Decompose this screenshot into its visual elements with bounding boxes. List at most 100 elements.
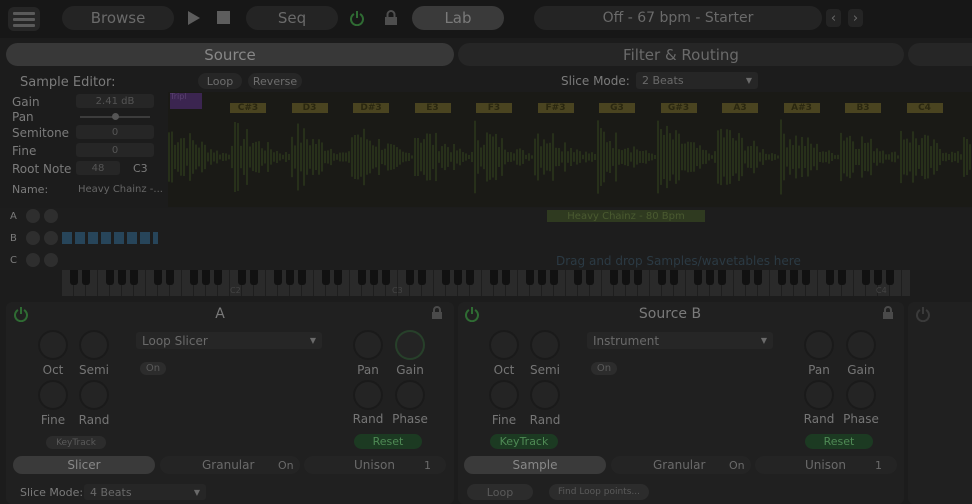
tab-filter-routing[interactable]: Filter & Routing bbox=[458, 43, 904, 66]
black-key[interactable] bbox=[622, 270, 630, 285]
source-a-mode-select[interactable]: Loop Slicer ▼ bbox=[136, 332, 322, 349]
source-a-reset-button[interactable]: Reset bbox=[354, 434, 422, 449]
black-key[interactable] bbox=[82, 270, 90, 285]
black-key[interactable] bbox=[382, 270, 390, 285]
tab-more[interactable] bbox=[908, 43, 972, 66]
source-b-power-icon[interactable] bbox=[464, 306, 480, 322]
black-key[interactable] bbox=[754, 270, 762, 285]
black-key[interactable] bbox=[454, 270, 462, 285]
black-key[interactable] bbox=[190, 270, 198, 285]
black-key[interactable] bbox=[802, 270, 810, 285]
black-key[interactable] bbox=[550, 270, 558, 285]
black-key[interactable] bbox=[406, 270, 414, 285]
black-key[interactable] bbox=[838, 270, 846, 285]
black-key[interactable] bbox=[862, 270, 870, 285]
source-a-gain-knob[interactable] bbox=[395, 330, 425, 360]
black-key[interactable] bbox=[214, 270, 222, 285]
seq-button[interactable]: Seq bbox=[246, 6, 338, 30]
black-key[interactable] bbox=[610, 270, 618, 285]
source-b-semi-knob[interactable] bbox=[530, 330, 560, 360]
black-key[interactable] bbox=[322, 270, 330, 285]
black-key[interactable] bbox=[874, 270, 882, 285]
black-key[interactable] bbox=[658, 270, 666, 285]
black-key[interactable] bbox=[418, 270, 426, 285]
black-key[interactable] bbox=[70, 270, 78, 285]
source-b-fine-knob[interactable] bbox=[489, 380, 519, 410]
menu-icon[interactable] bbox=[8, 7, 40, 31]
black-key[interactable] bbox=[238, 270, 246, 285]
black-key[interactable] bbox=[502, 270, 510, 285]
black-key[interactable] bbox=[742, 270, 750, 285]
black-key[interactable] bbox=[334, 270, 342, 285]
source-a-on-button[interactable]: On bbox=[140, 362, 166, 375]
black-key[interactable] bbox=[526, 270, 534, 285]
reverse-toggle[interactable]: Reverse bbox=[248, 73, 302, 89]
source-b-lock-icon[interactable] bbox=[882, 306, 894, 320]
source-a-rand2-knob[interactable] bbox=[353, 380, 383, 410]
black-key[interactable] bbox=[694, 270, 702, 285]
black-key[interactable] bbox=[130, 270, 138, 285]
black-key[interactable] bbox=[706, 270, 714, 285]
black-key[interactable] bbox=[358, 270, 366, 285]
source-a-unison-value[interactable]: 1 bbox=[424, 459, 431, 472]
first-slice-marker[interactable]: Tripl bbox=[170, 93, 202, 109]
row-c-toggle-2[interactable] bbox=[44, 253, 58, 267]
source-a-pan-knob[interactable] bbox=[353, 330, 383, 360]
row-b-toggle[interactable] bbox=[26, 231, 40, 245]
source-a-keytrack-button[interactable]: KeyTrack bbox=[46, 436, 106, 449]
black-key[interactable] bbox=[106, 270, 114, 285]
row-c-toggle[interactable] bbox=[26, 253, 40, 267]
black-key[interactable] bbox=[778, 270, 786, 285]
source-b-pan-knob[interactable] bbox=[804, 330, 834, 360]
black-key[interactable] bbox=[154, 270, 162, 285]
source-c-power-icon[interactable] bbox=[915, 306, 931, 322]
source-b-gain-knob[interactable] bbox=[846, 330, 876, 360]
gain-value[interactable]: 2.41 dB bbox=[76, 94, 154, 108]
loop-toggle[interactable]: Loop bbox=[198, 73, 242, 89]
pan-slider-handle[interactable] bbox=[112, 113, 119, 120]
fine-value[interactable]: 0 bbox=[76, 143, 154, 157]
source-a-granular-on[interactable]: On bbox=[278, 459, 294, 472]
source-a-power-icon[interactable] bbox=[13, 306, 29, 322]
black-key[interactable] bbox=[118, 270, 126, 285]
black-key[interactable] bbox=[826, 270, 834, 285]
black-key[interactable] bbox=[466, 270, 474, 285]
black-key[interactable] bbox=[298, 270, 306, 285]
root-note-value[interactable]: 48 bbox=[76, 161, 120, 175]
source-b-rand-knob[interactable] bbox=[530, 380, 560, 410]
black-key[interactable] bbox=[634, 270, 642, 285]
source-a-semi-knob[interactable] bbox=[79, 330, 109, 360]
black-key[interactable] bbox=[790, 270, 798, 285]
row-b-toggle-2[interactable] bbox=[44, 231, 58, 245]
step-pattern-b[interactable] bbox=[62, 232, 158, 244]
next-preset-button[interactable]: › bbox=[848, 9, 863, 27]
black-key[interactable] bbox=[538, 270, 546, 285]
browse-button[interactable]: Browse bbox=[62, 6, 174, 30]
row-a-toggle[interactable] bbox=[26, 209, 40, 223]
black-key[interactable] bbox=[250, 270, 258, 285]
stop-icon[interactable] bbox=[217, 11, 230, 24]
source-b-granular-on[interactable]: On bbox=[729, 459, 745, 472]
source-b-on-button[interactable]: On bbox=[591, 362, 617, 375]
black-key[interactable] bbox=[490, 270, 498, 285]
source-b-phase-knob[interactable] bbox=[846, 380, 876, 410]
source-a-slice-mode-select[interactable]: 4 Beats ▼ bbox=[84, 484, 206, 500]
black-key[interactable] bbox=[286, 270, 294, 285]
source-a-fine-knob[interactable] bbox=[38, 380, 68, 410]
black-key[interactable] bbox=[718, 270, 726, 285]
black-key[interactable] bbox=[202, 270, 210, 285]
lock-icon[interactable] bbox=[384, 10, 398, 26]
slice-mode-select[interactable]: 2 Beats ▼ bbox=[636, 72, 758, 89]
black-key[interactable] bbox=[442, 270, 450, 285]
source-b-tab-sample[interactable]: Sample bbox=[464, 456, 606, 474]
source-a-phase-knob[interactable] bbox=[395, 380, 425, 410]
source-b-rand2-knob[interactable] bbox=[804, 380, 834, 410]
source-b-loop-button[interactable]: Loop bbox=[467, 484, 533, 500]
source-a-oct-knob[interactable] bbox=[38, 330, 68, 360]
source-b-oct-knob[interactable] bbox=[489, 330, 519, 360]
play-icon[interactable] bbox=[188, 11, 200, 25]
source-b-find-loop-button[interactable]: Find Loop points... bbox=[549, 484, 649, 500]
black-key[interactable] bbox=[670, 270, 678, 285]
source-a-tab-slicer[interactable]: Slicer bbox=[13, 456, 155, 474]
source-a-rand-knob[interactable] bbox=[79, 380, 109, 410]
